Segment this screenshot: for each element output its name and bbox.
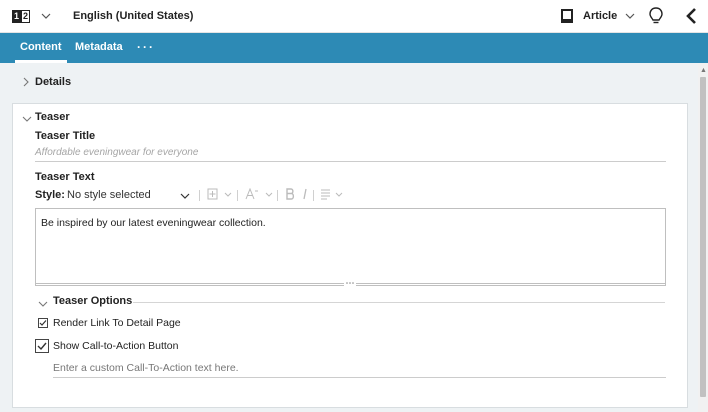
cta-text-placeholder: Enter a custom Call-To-Action text here. (53, 362, 239, 374)
teaser-options-label[interactable]: Teaser Options (53, 295, 132, 307)
align-icon[interactable] (320, 188, 331, 203)
chevron-down-icon[interactable] (224, 188, 232, 203)
tab-metadata[interactable]: Metadata (75, 33, 123, 63)
chevron-down-icon[interactable] (335, 188, 343, 203)
tab-more-options[interactable]: ··· (137, 33, 155, 63)
chevron-right-icon[interactable] (22, 77, 30, 90)
chevron-down-icon[interactable] (40, 10, 52, 25)
show-cta-label[interactable]: Show Call-to-Action Button (53, 340, 178, 352)
vertical-scrollbar[interactable]: ▲ (698, 63, 708, 412)
collapse-left-icon[interactable] (684, 7, 698, 28)
top-bar: 1 2 English (United States) Article (0, 0, 708, 33)
details-label[interactable]: Details (35, 76, 71, 88)
toolbar-divider (313, 190, 314, 201)
section-divider (133, 302, 665, 303)
render-link-label[interactable]: Render Link To Detail Page (53, 317, 181, 329)
resize-grip-icon[interactable] (344, 281, 356, 286)
teaser-title-input[interactable]: Affordable eveningwear for everyone (35, 146, 666, 162)
site-locale-icon[interactable]: 1 2 (12, 10, 30, 23)
chevron-down-icon[interactable] (180, 191, 190, 203)
text-size-icon[interactable] (245, 187, 259, 203)
render-link-checkbox[interactable] (38, 318, 48, 328)
chevron-down-icon[interactable] (265, 188, 273, 203)
scroll-up-icon[interactable]: ▲ (700, 67, 707, 74)
tab-content[interactable]: Content (15, 33, 67, 63)
document-type-label[interactable]: Article (583, 10, 617, 22)
chevron-down-icon[interactable] (22, 114, 32, 126)
style-label: Style: (35, 189, 65, 201)
show-cta-checkbox[interactable] (35, 339, 49, 353)
bold-icon[interactable] (285, 188, 295, 203)
teaser-text-value: Be inspired by our latest eveningwear co… (41, 217, 266, 229)
teaser-panel: Teaser Teaser Title Affordable eveningwe… (12, 103, 688, 408)
style-select[interactable]: No style selected (67, 189, 151, 201)
locale-label[interactable]: English (United States) (73, 10, 193, 22)
teaser-text-editor[interactable]: Be inspired by our latest eveningwear co… (35, 208, 666, 286)
insert-icon[interactable] (207, 188, 218, 203)
toolbar-divider (199, 190, 200, 201)
content-area: Details Teaser Teaser Title Affordable e… (0, 63, 698, 412)
locale-icon-right: 2 (21, 10, 30, 23)
details-section-header[interactable]: Details (0, 63, 698, 101)
tab-bar: Content Metadata ··· (0, 33, 708, 63)
teaser-text-label: Teaser Text (35, 171, 95, 183)
teaser-title-label: Teaser Title (35, 130, 96, 142)
teaser-title-value: Affordable eveningwear for everyone (35, 147, 199, 158)
locale-icon-left: 1 (12, 10, 21, 23)
lightbulb-icon[interactable] (648, 6, 664, 29)
toolbar-divider (277, 190, 278, 201)
richtext-toolbar: Style: No style selected (35, 187, 666, 204)
cta-text-input[interactable]: Enter a custom Call-To-Action text here. (53, 360, 666, 378)
scrollbar-thumb[interactable] (700, 77, 706, 397)
document-icon (560, 8, 574, 27)
editor-resize-handle[interactable] (36, 281, 665, 286)
toolbar-divider (237, 190, 238, 201)
italic-icon[interactable] (301, 188, 309, 203)
teaser-section-label[interactable]: Teaser (35, 111, 70, 123)
chevron-down-icon[interactable] (624, 10, 636, 25)
chevron-down-icon[interactable] (38, 299, 48, 311)
